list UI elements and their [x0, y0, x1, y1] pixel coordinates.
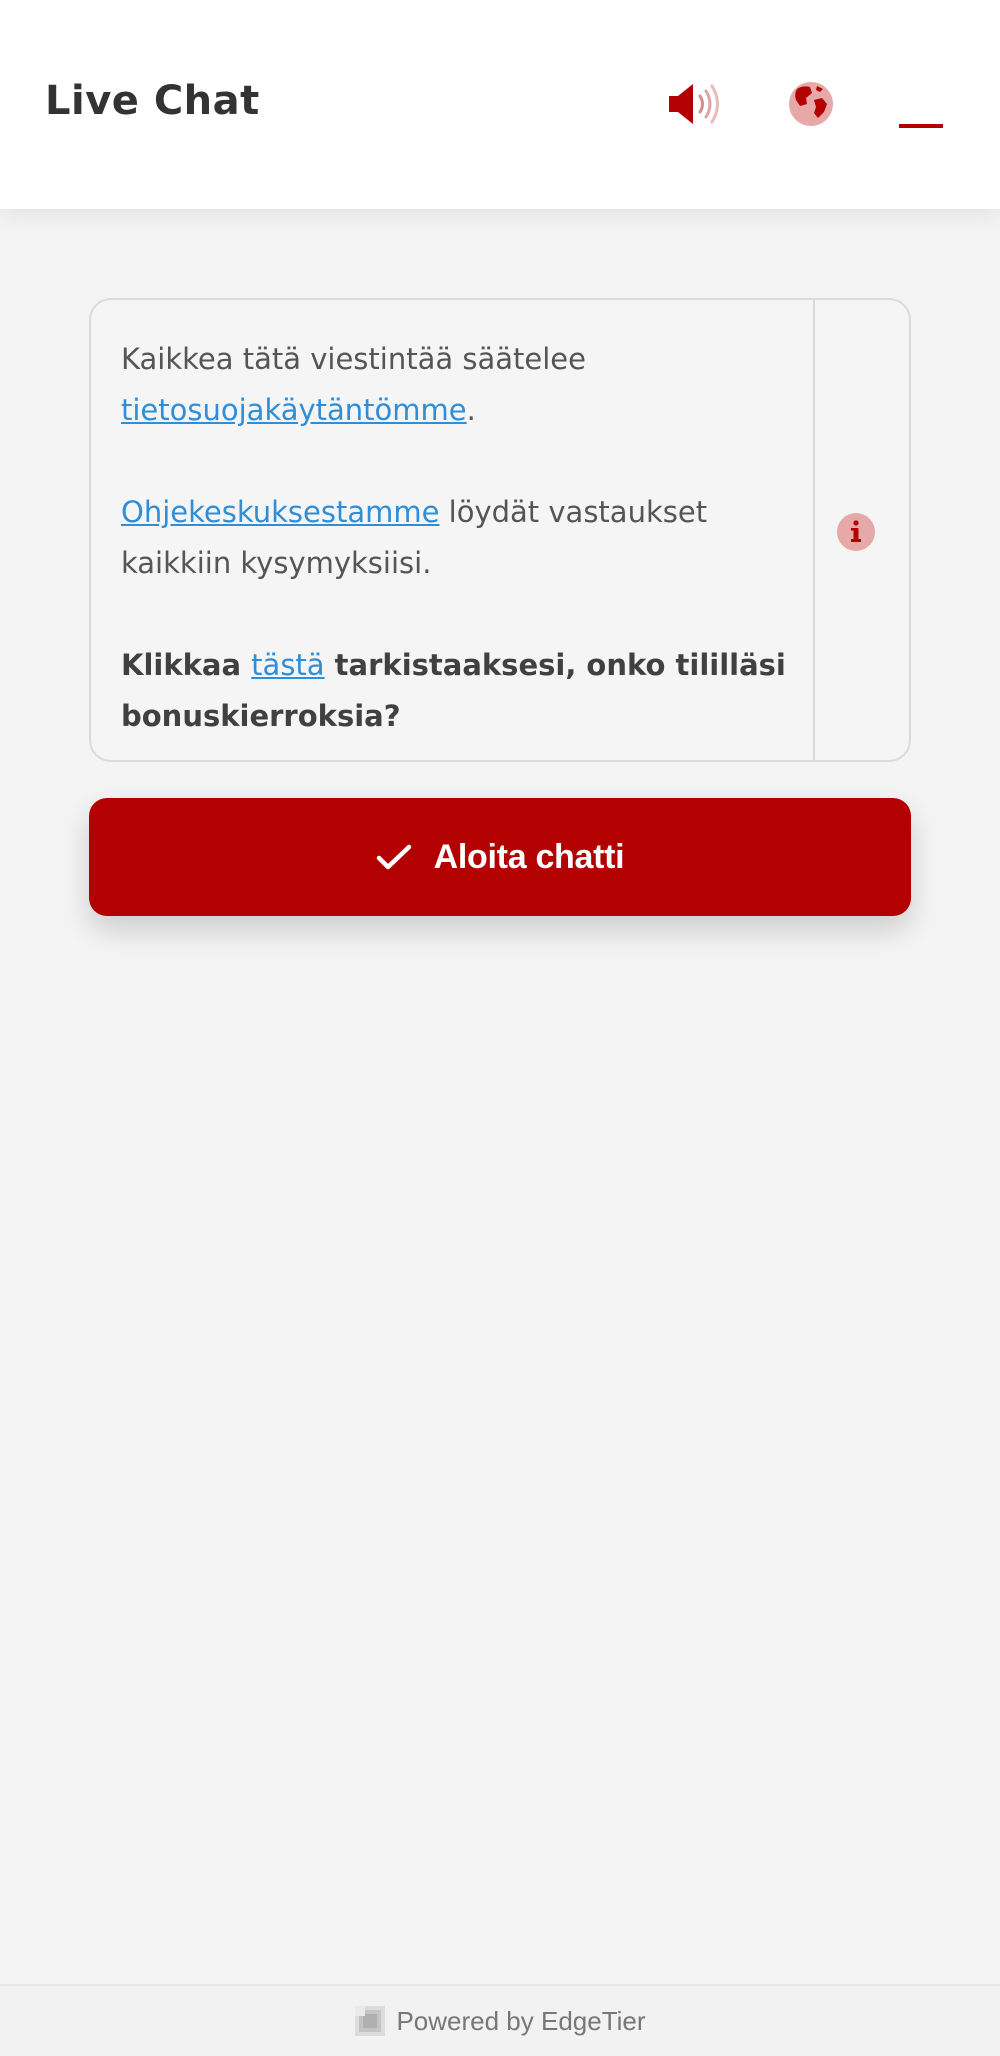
info-icon-container — [833, 509, 879, 555]
info-text: Kaikkea tätä viestintää säätelee tietosu… — [121, 334, 811, 742]
start-chat-button[interactable]: Aloita chatti — [89, 798, 911, 916]
privacy-policy-link[interactable]: tietosuojakäytäntömme — [121, 393, 467, 427]
minimize-button[interactable] — [889, 72, 953, 136]
chat-header: Live Chat — [0, 0, 1000, 209]
check-icon — [376, 843, 412, 871]
edgetier-logo-icon — [354, 2005, 386, 2037]
speaker-icon — [669, 84, 719, 124]
sound-toggle-button[interactable] — [665, 72, 729, 136]
privacy-text: Kaikkea tätä viestintää säätelee — [121, 342, 586, 376]
globe-icon — [789, 82, 833, 126]
chat-window: Live Chat Kaikkea tätä viestintää säätel… — [0, 0, 1000, 2056]
info-notice-card: Kaikkea tätä viestintää säätelee tietosu… — [89, 298, 911, 762]
privacy-period: . — [466, 393, 476, 427]
start-chat-label: Aloita chatti — [433, 837, 625, 876]
bonus-check-link[interactable]: tästä — [251, 648, 324, 682]
info-icon — [837, 513, 875, 551]
bonus-prefix: Klikkaa — [121, 648, 252, 682]
info-divider — [813, 300, 815, 760]
header-title: Live Chat — [45, 78, 260, 124]
bonus-paragraph: Klikkaa tästä tarkistaaksesi, onko tilil… — [121, 640, 811, 742]
minimize-icon — [899, 124, 943, 128]
privacy-paragraph: Kaikkea tätä viestintää säätelee tietosu… — [121, 334, 811, 436]
powered-by-text[interactable]: Powered by EdgeTier — [396, 2006, 645, 2037]
language-button[interactable] — [779, 72, 843, 136]
help-center-link[interactable]: Ohjekeskuksestamme — [121, 495, 439, 529]
help-paragraph: Ohjekeskuksestamme löydät vastaukset kai… — [121, 487, 811, 589]
footer: Powered by EdgeTier — [0, 1984, 1000, 2056]
